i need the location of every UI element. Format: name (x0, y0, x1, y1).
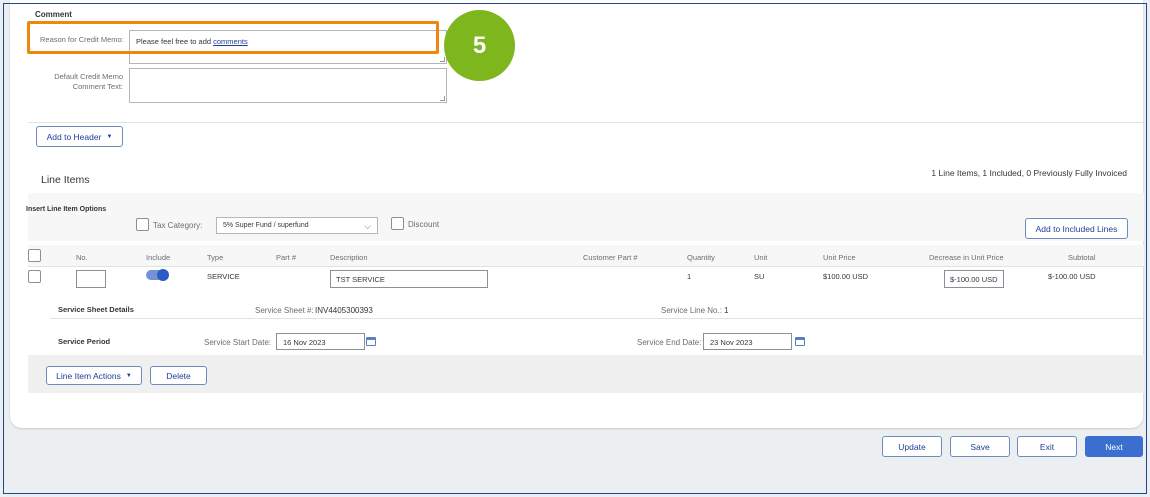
options-title: Insert Line Item Options (26, 206, 107, 213)
include-toggle[interactable] (146, 269, 169, 281)
row-subtotal: $-100.00 USD (1048, 272, 1096, 281)
column-header: Type (207, 253, 224, 262)
tax-category-checkbox[interactable] (136, 218, 149, 231)
service-period-title: Service Period (58, 337, 111, 346)
exit-button[interactable]: Exit (1017, 436, 1077, 457)
line-items-title: Line Items (41, 174, 90, 186)
row-select-checkbox[interactable] (28, 270, 41, 283)
step-badge: 5 (444, 10, 515, 81)
column-header: Unit (754, 253, 768, 262)
row-unit-price: $100.00 USD (823, 272, 869, 281)
add-to-header-button[interactable]: Add to Header ▼ (36, 126, 123, 147)
service-end-label: Service End Date: (637, 338, 702, 347)
column-header: Quantity (687, 253, 715, 262)
tax-category-label: Tax Category: (153, 221, 203, 230)
service-line-label: Service Line No.: (661, 306, 722, 315)
default-comment-label: Default Credit Memo Comment Text: (54, 72, 123, 91)
column-header: No. (76, 253, 88, 262)
update-button[interactable]: Update (882, 436, 942, 457)
discount-checkbox[interactable] (391, 217, 404, 230)
add-to-header-label: Add to Header (46, 131, 102, 142)
comment-section-title: Comment (35, 10, 72, 19)
column-header: Description (330, 253, 368, 262)
column-header: Decrease in Unit Price (929, 253, 1004, 262)
row-quantity: 1 (687, 272, 692, 281)
tax-category-value: 5% Super Fund / superfund (223, 222, 309, 229)
service-sheet-label: Service Sheet #: (255, 306, 314, 315)
add-to-included-lines-button[interactable]: Add to Included Lines (1025, 218, 1128, 239)
next-button[interactable]: Next (1085, 436, 1143, 457)
service-sheet-title: Service Sheet Details (58, 305, 134, 314)
credit-memo-form: Comment Reason for Credit Memo: Please f… (10, 0, 1144, 428)
discount-label: Discount (408, 220, 440, 229)
insert-line-item-options (28, 193, 1144, 241)
resize-handle-icon[interactable] (440, 57, 445, 62)
delete-button[interactable]: Delete (150, 366, 207, 385)
service-end-date-input[interactable]: 23 Nov 2023 (703, 333, 792, 350)
line-item-actions-button[interactable]: Line Item Actions ▼ (46, 366, 142, 385)
column-header: Customer Part # (583, 253, 638, 262)
divider (50, 318, 1144, 319)
decrease-unit-price-input[interactable]: $-100.00 USD (944, 270, 1004, 288)
highlight-box (27, 21, 439, 54)
service-sheet-value: INV4405300393 (315, 306, 373, 315)
caret-down-icon: ▼ (125, 372, 132, 379)
default-comment-textarea[interactable] (129, 68, 447, 103)
line-item-actions-label: Line Item Actions (56, 370, 121, 381)
chevron-down-icon: ⌵ (364, 221, 371, 231)
description-input[interactable]: TST SERVICE (330, 270, 488, 288)
tax-category-select[interactable]: 5% Super Fund / superfund ⌵ (216, 217, 378, 234)
calendar-icon[interactable] (366, 337, 376, 346)
calendar-icon[interactable] (795, 337, 805, 346)
column-header: Unit Price (823, 253, 856, 262)
row-unit: SU (754, 272, 765, 281)
service-start-date-input[interactable]: 16 Nov 2023 (276, 333, 365, 350)
row-type: SERVICE (207, 272, 240, 281)
column-header: Include (146, 253, 171, 262)
divider (28, 122, 1144, 123)
toggle-knob (157, 269, 169, 281)
caret-down-icon: ▼ (106, 133, 113, 140)
save-button[interactable]: Save (950, 436, 1010, 457)
service-line-value: 1 (724, 306, 729, 315)
line-number-input[interactable] (76, 270, 106, 288)
service-start-label: Service Start Date: (204, 338, 272, 347)
resize-handle-icon[interactable] (440, 96, 445, 101)
column-header: Part # (276, 253, 297, 262)
select-all-checkbox[interactable] (28, 249, 41, 262)
column-header: Subtotal (1068, 253, 1096, 262)
line-items-summary: 1 Line Items, 1 Included, 0 Previously F… (931, 168, 1127, 178)
